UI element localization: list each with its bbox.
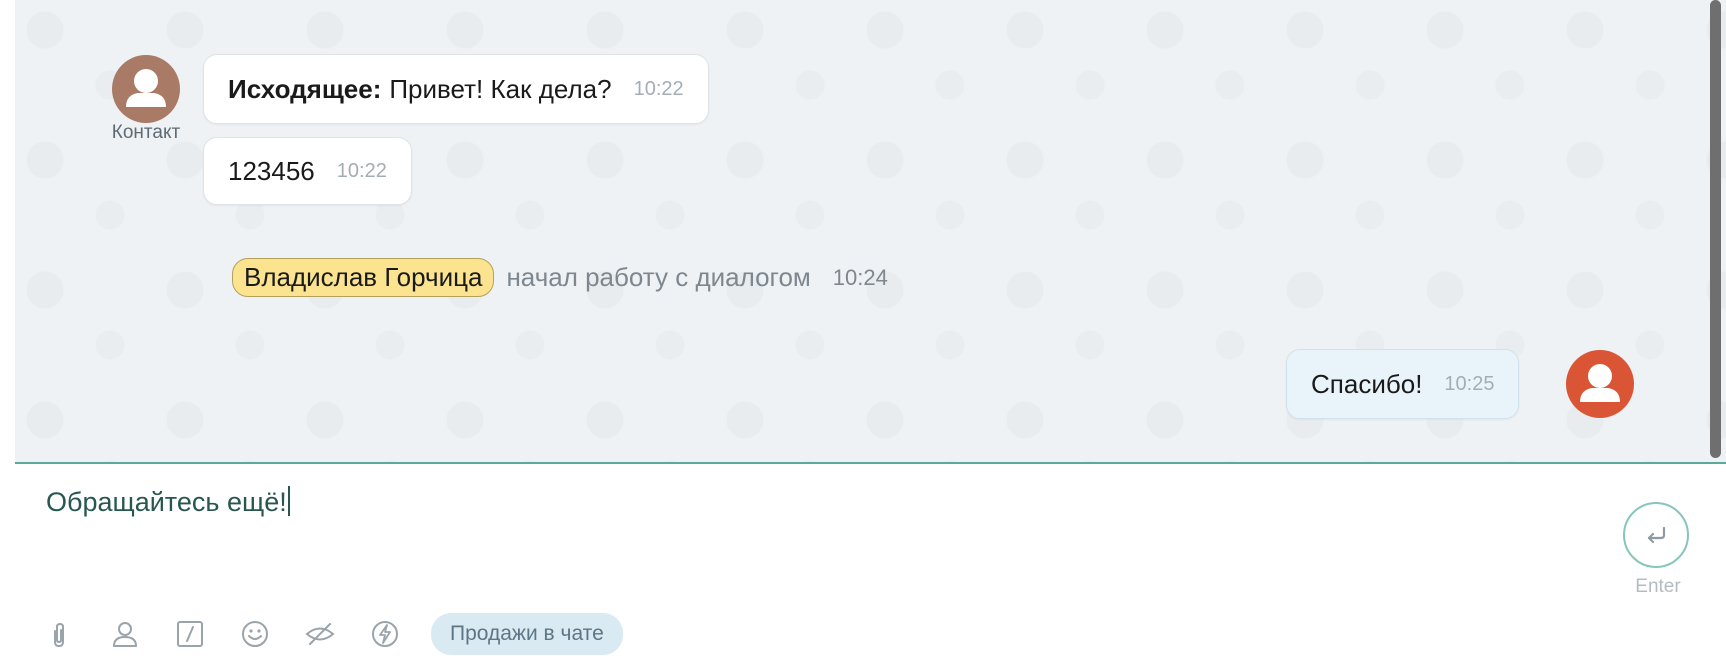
system-event-text: начал работу с диалогом (506, 262, 811, 292)
system-event: Владислав Горчица начал работу с диалого… (232, 258, 888, 297)
emoji-button[interactable] (238, 617, 272, 651)
message-text: Привет! Как дела? (389, 73, 612, 104)
left-panel-edge (0, 0, 16, 666)
message-bubble-outgoing[interactable]: Спасибо! 10:25 (1286, 349, 1520, 419)
message-input[interactable]: Обращайтесь ещё! (46, 486, 290, 518)
scrollbar-thumb[interactable] (1710, 0, 1721, 458)
slash-command-icon (177, 621, 203, 647)
message-bubble-incoming[interactable]: Исходящее: Привет! Как дела? 10:22 (203, 54, 709, 124)
hidden-message-button[interactable] (303, 617, 337, 651)
send-button[interactable] (1623, 502, 1689, 568)
message-bubble-incoming[interactable]: 123456 10:22 (203, 137, 412, 205)
slash-command-button[interactable] (173, 617, 207, 651)
eye-hidden-icon (305, 623, 335, 645)
text-caret (287, 486, 290, 516)
message-text: 123456 (228, 155, 315, 186)
contact-card-button[interactable] (108, 617, 142, 651)
paperclip-icon (54, 622, 64, 648)
attach-button[interactable] (43, 617, 77, 651)
send-shortcut-label: Enter (1635, 576, 1681, 597)
sales-in-chat-chip[interactable]: Продажи в чате (431, 613, 623, 655)
contact-avatar-caption: Контакт (111, 122, 181, 143)
chat-scrollbar[interactable] (1710, 0, 1721, 460)
message-composer: Обращайтесь ещё! Enter Продажи в чате (15, 464, 1726, 666)
composer-toolbar: Продажи в чате (43, 612, 623, 656)
operator-name-chip[interactable]: Владислав Горчица (232, 258, 495, 297)
chat-history[interactable]: Контакт Исходящее: Привет! Как дела? 10:… (15, 0, 1726, 464)
user-icon (126, 69, 166, 107)
system-event-time: 10:24 (832, 264, 888, 290)
message-time: 10:22 (633, 77, 684, 100)
message-time: 10:22 (336, 159, 387, 182)
person-icon (113, 622, 137, 647)
message-time: 10:25 (1444, 372, 1495, 395)
message-input-value: Обращайтесь ещё! (46, 487, 287, 517)
enter-return-icon (1647, 526, 1666, 544)
message-text: Спасибо! (1311, 368, 1423, 399)
smiley-icon (242, 621, 268, 647)
contact-avatar[interactable] (112, 55, 180, 123)
user-icon (1580, 364, 1620, 402)
operator-avatar[interactable] (1566, 350, 1634, 418)
lightning-icon (372, 621, 398, 647)
message-prefix: Исходящее: (228, 73, 382, 104)
quick-answers-button[interactable] (368, 617, 402, 651)
